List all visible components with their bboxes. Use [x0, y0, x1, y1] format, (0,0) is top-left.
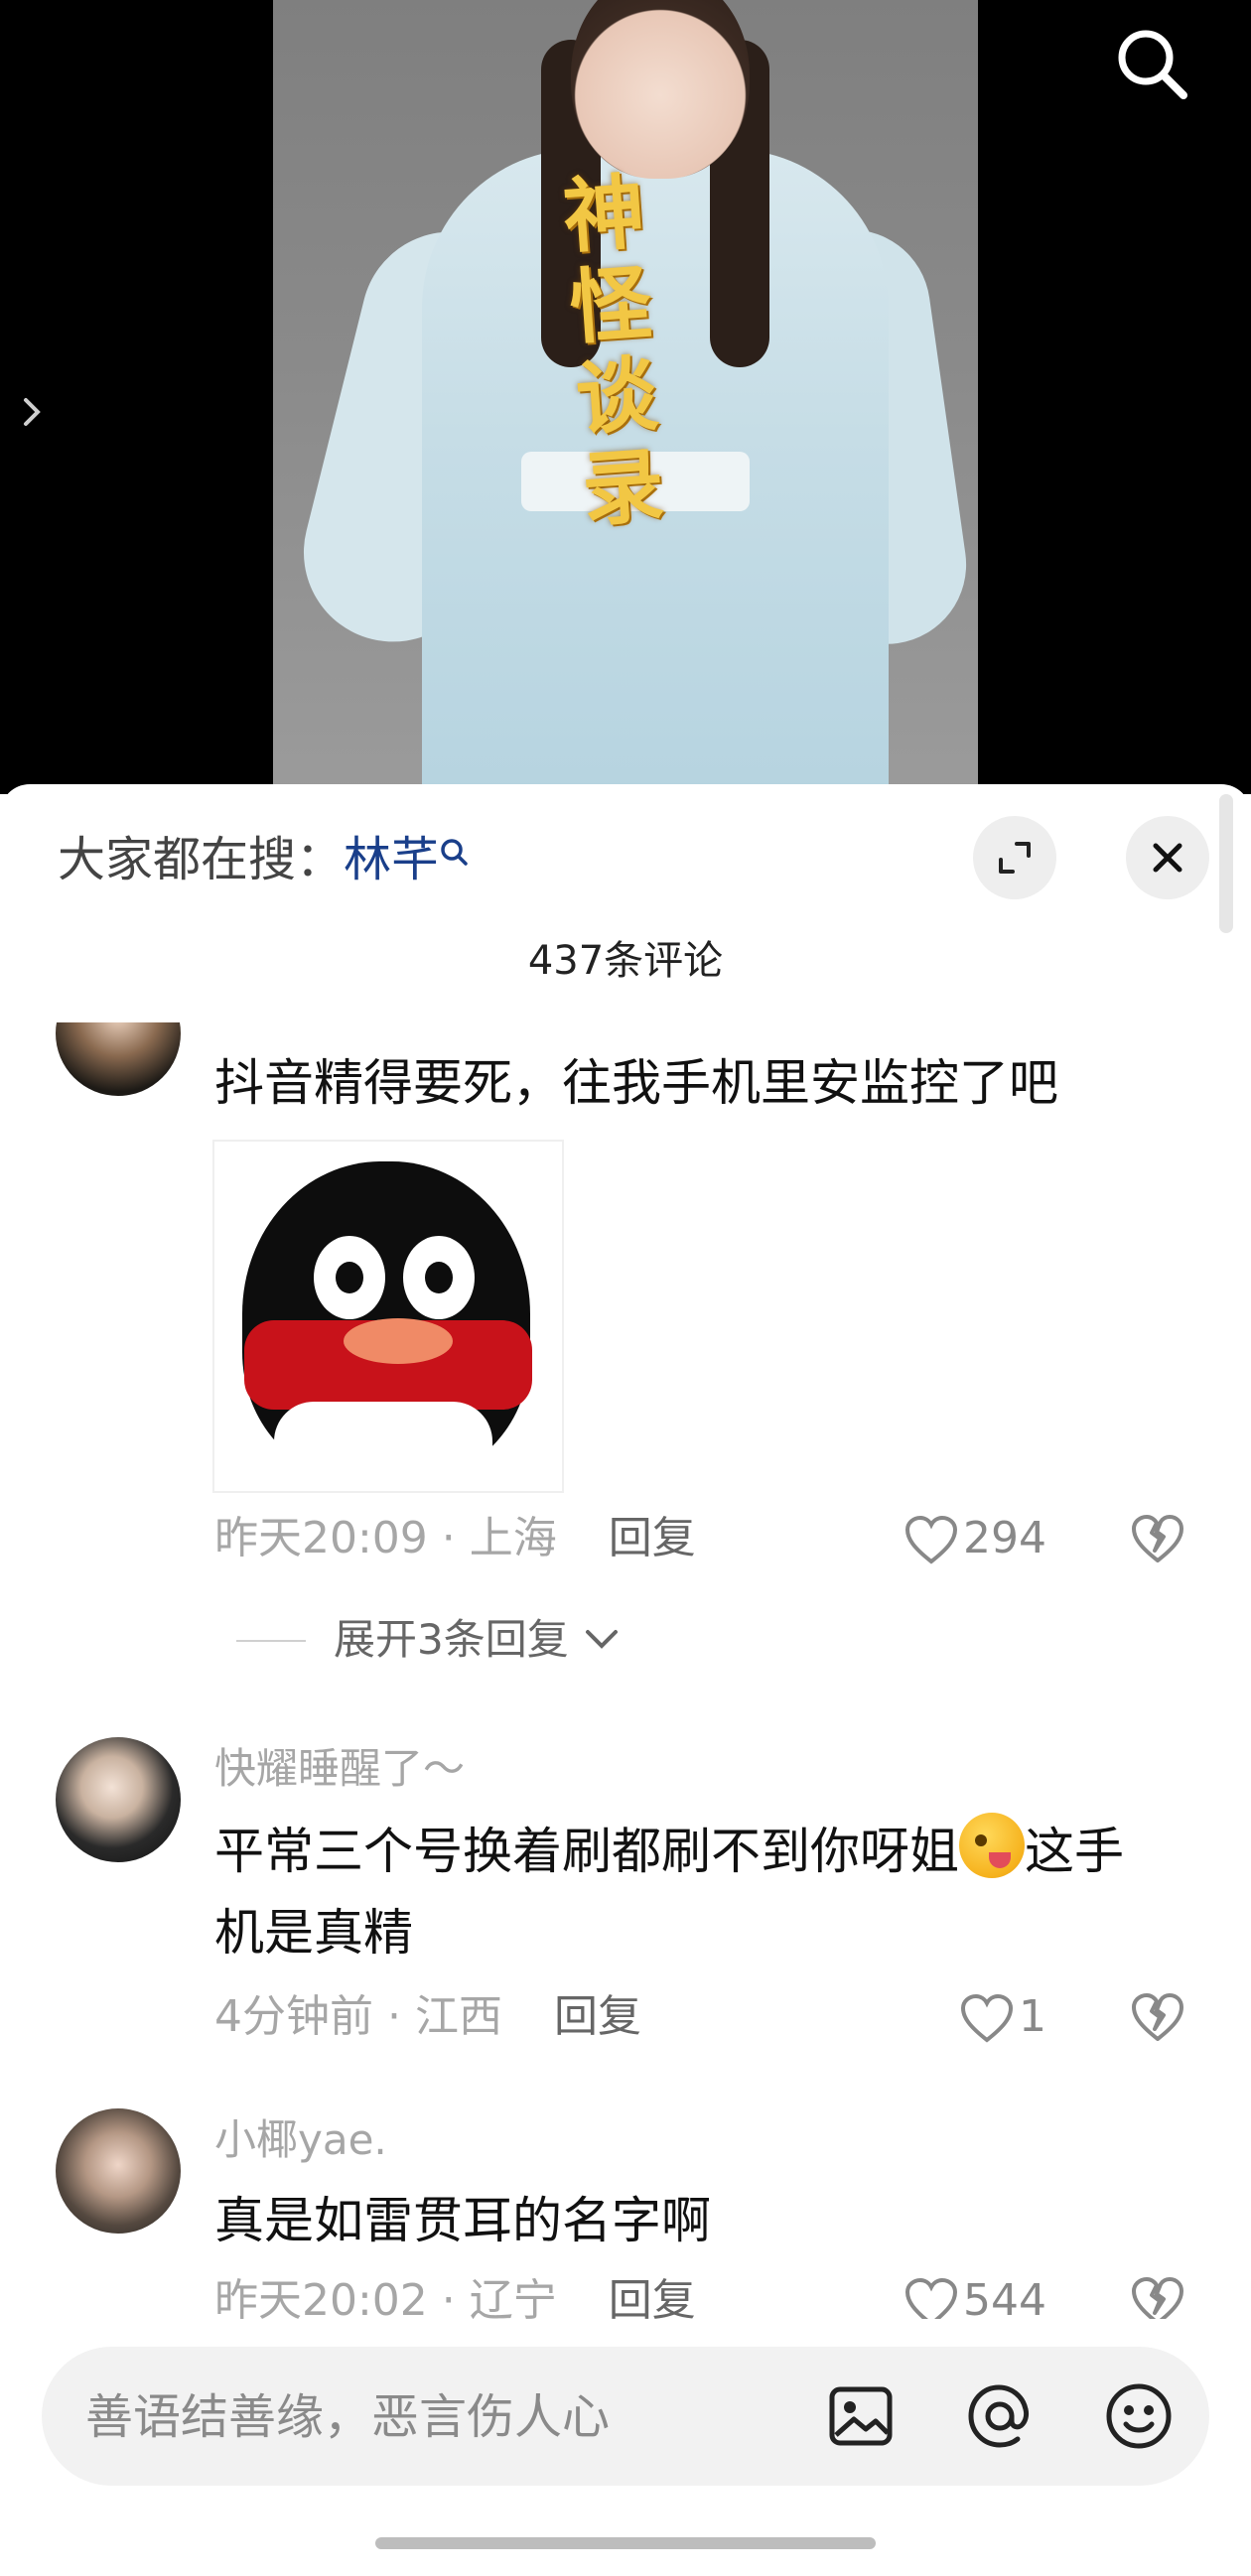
- search-icon[interactable]: [1110, 22, 1193, 105]
- like-button[interactable]: 1: [959, 1989, 1046, 2045]
- avatar[interactable]: [56, 2108, 181, 2234]
- comment-location: 上海: [469, 1513, 557, 1563]
- comment-username[interactable]: 快耀睡醒了～: [214, 1743, 465, 1795]
- like-count: 544: [963, 2275, 1046, 2319]
- wink-tongue-emoji-icon: [959, 1813, 1025, 1878]
- comment-time: 4分钟前: [214, 1991, 373, 2042]
- broken-heart-icon[interactable]: [1128, 2273, 1187, 2319]
- comment-meta: 4分钟前 · 江西 回复: [214, 1991, 641, 2042]
- heart-icon: [904, 1515, 958, 1564]
- comment-text: 真是如雷贯耳的名字啊: [214, 2192, 711, 2249]
- at-icon[interactable]: [963, 2379, 1037, 2453]
- comment-text-line2: 机是真精: [214, 1904, 413, 1962]
- comment-meta: 昨天20:09 · 上海 回复: [214, 1513, 696, 1563]
- comment-time: 昨天20:02: [214, 2275, 428, 2319]
- like-button[interactable]: 544: [904, 2273, 1046, 2319]
- reply-button[interactable]: 回复: [554, 1991, 641, 2042]
- list-scroll-mask: [40, 953, 199, 1022]
- comment-username[interactable]: 小椰yae.: [214, 2114, 387, 2166]
- video-title-calligraphy: 神 怪 谈 录: [560, 164, 667, 539]
- penguin-eye: [314, 1236, 385, 1319]
- expand-icon: [999, 842, 1031, 874]
- comment-text: 抖音精得要死，往我手机里安监控了吧: [214, 1054, 1058, 1112]
- comment-meta: 昨天20:02 · 辽宁 回复: [214, 2273, 696, 2319]
- chevron-down-icon: [586, 1630, 619, 1649]
- penguin-belly: [274, 1402, 492, 1481]
- close-button[interactable]: [1126, 816, 1209, 899]
- comment-input[interactable]: 善语结善缘，恶言伤人心: [85, 2387, 610, 2447]
- penguin-eye: [403, 1236, 475, 1319]
- magnifier-small-icon: [439, 839, 469, 880]
- expand-replies-label: 展开3条回复: [334, 1615, 569, 1664]
- avatar[interactable]: [56, 1737, 181, 1862]
- home-indicator[interactable]: [375, 2537, 876, 2549]
- expand-divider: [236, 1640, 306, 1642]
- expand-replies-button[interactable]: 展开3条回复: [334, 1610, 622, 1670]
- comment-location: 辽宁: [469, 2275, 557, 2319]
- video-player[interactable]: 神 怪 谈 录: [0, 0, 1251, 794]
- comment-time: 昨天20:09: [214, 1513, 428, 1563]
- chevron-right-icon[interactable]: [20, 392, 46, 432]
- image-icon[interactable]: [824, 2379, 898, 2453]
- comment-location: 江西: [414, 1991, 502, 2042]
- like-count: 294: [963, 1513, 1046, 1563]
- penguin-beak: [344, 1318, 453, 1364]
- comment-text: 平常三个号换着刷都刷不到你呀姐 这手: [214, 1811, 1124, 1892]
- close-icon: [1153, 843, 1182, 873]
- emoji-icon[interactable]: [1102, 2379, 1176, 2453]
- hot-search[interactable]: 大家都在搜：林芊: [58, 832, 469, 887]
- broken-heart-icon[interactable]: [1128, 1989, 1187, 2045]
- scrollbar[interactable]: [1219, 794, 1233, 933]
- figure-head: [571, 0, 750, 179]
- video-poster: 神 怪 谈 录: [273, 0, 978, 794]
- heart-icon: [904, 2277, 958, 2319]
- hot-search-label: 大家都在搜：: [58, 832, 345, 887]
- reply-button[interactable]: 回复: [609, 2275, 696, 2319]
- like-button[interactable]: 294: [904, 1511, 1046, 1566]
- expand-button[interactable]: [973, 816, 1056, 899]
- broken-heart-icon[interactable]: [1128, 1511, 1187, 1566]
- comment-sticker-image[interactable]: [212, 1140, 564, 1493]
- hot-search-keyword[interactable]: 林芊: [344, 832, 439, 887]
- heart-icon: [960, 1993, 1014, 2043]
- reply-button[interactable]: 回复: [609, 1513, 696, 1563]
- like-count: 1: [1019, 1991, 1046, 2042]
